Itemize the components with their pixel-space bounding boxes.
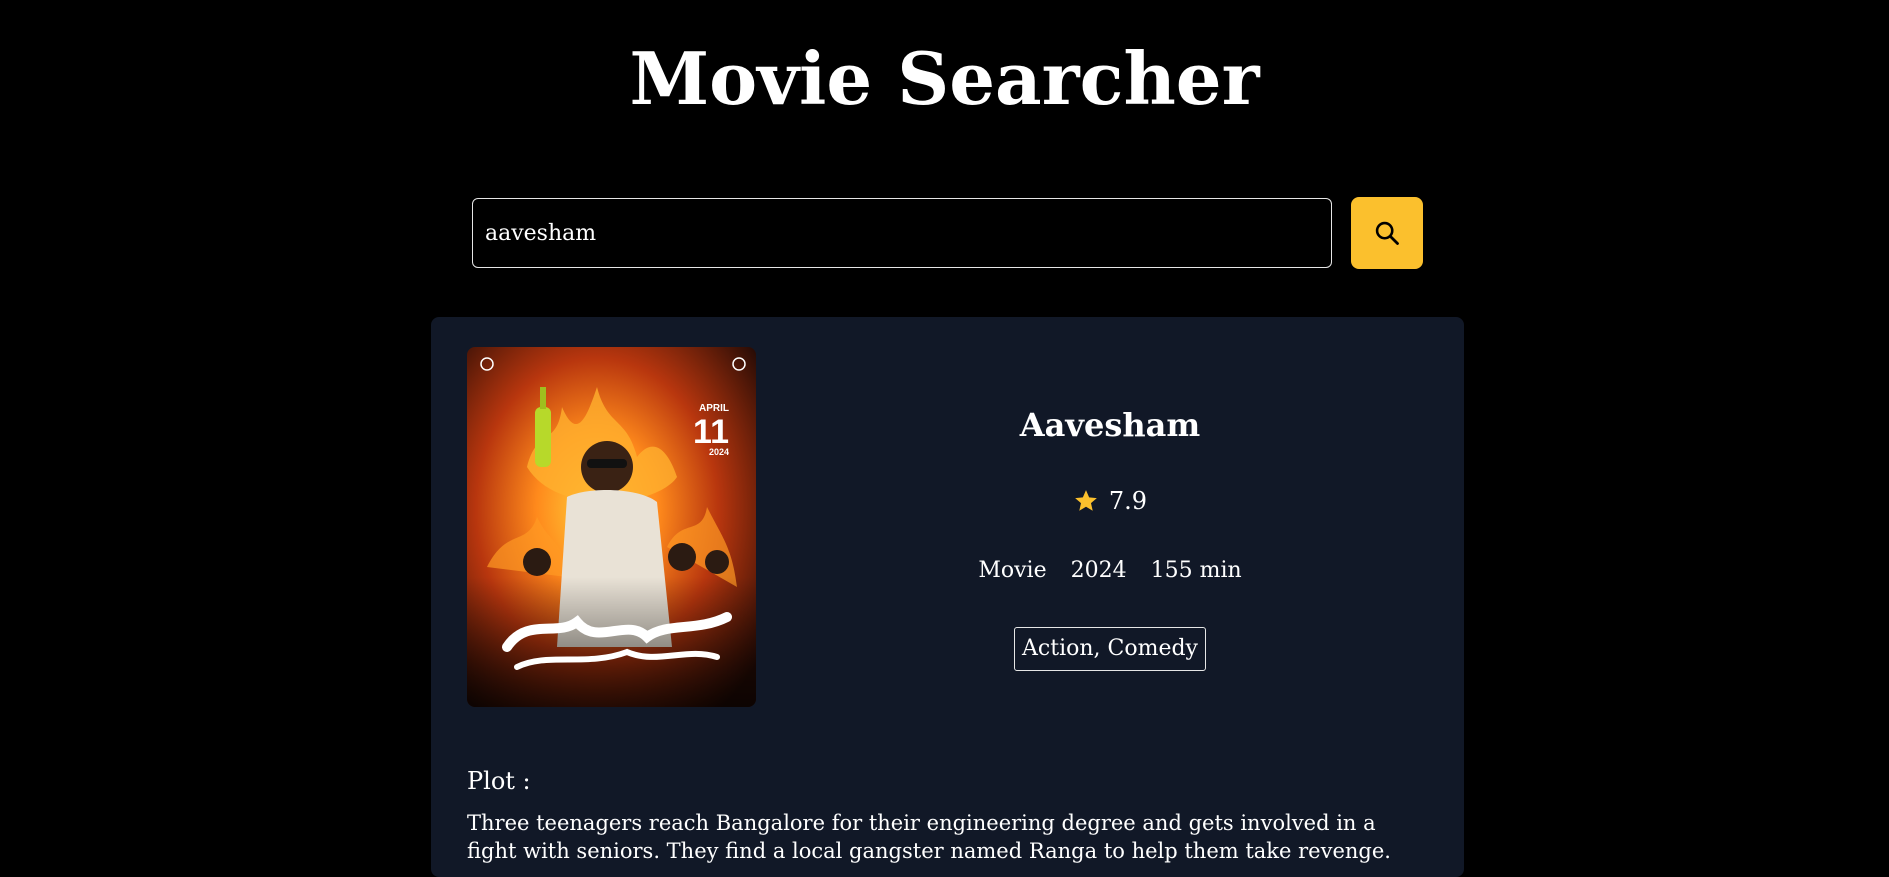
- movie-runtime: 155 min: [1150, 558, 1242, 583]
- movie-poster: APRIL 11 2024: [467, 347, 756, 707]
- search-button[interactable]: [1351, 197, 1423, 269]
- star-icon: [1075, 490, 1097, 511]
- plot-text: Three teenagers reach Bangalore for thei…: [467, 811, 1391, 863]
- search-input[interactable]: [472, 198, 1332, 268]
- poster-release-year: 2024: [709, 447, 729, 457]
- movie-type: Movie: [978, 558, 1047, 583]
- rating: 7.9: [756, 487, 1464, 515]
- movie-meta: Movie 2024 155 min: [756, 558, 1464, 583]
- movie-year: 2024: [1070, 558, 1127, 583]
- rating-value: 7.9: [1108, 487, 1148, 515]
- plot-heading: Plot :: [467, 767, 531, 795]
- genre-text: Action, Comedy: [1014, 627, 1206, 671]
- movie-title: Aavesham: [1019, 406, 1201, 444]
- movie-card: APRIL 11 2024 Aavesham 7.9 Movie 2024 15…: [431, 317, 1464, 877]
- poster-release-day: 11: [693, 413, 729, 451]
- search-icon: [1375, 221, 1399, 245]
- genre-badge: Action, Comedy: [756, 627, 1464, 671]
- page-title: Movie Searcher: [629, 36, 1260, 121]
